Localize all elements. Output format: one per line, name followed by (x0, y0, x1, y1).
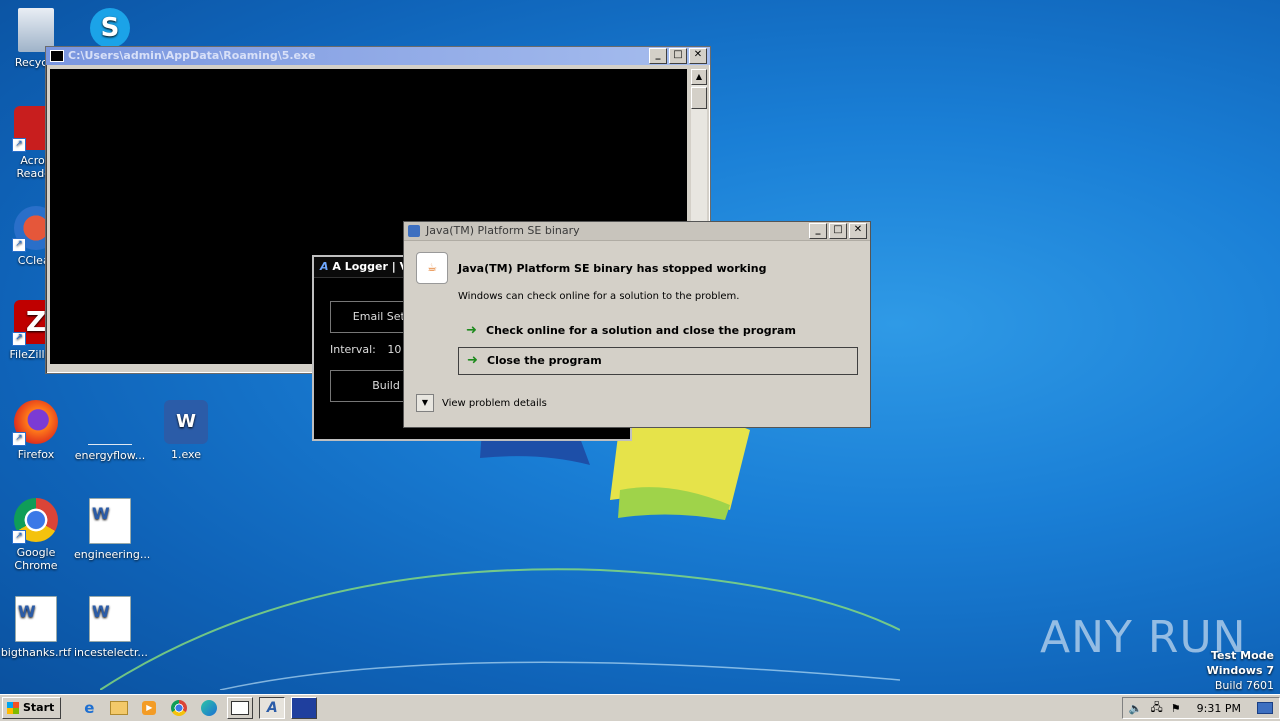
build-line: Build 7601 (1214, 679, 1274, 692)
interval-value[interactable]: 10 (387, 343, 401, 356)
logger-taskbar-icon[interactable]: A (259, 697, 286, 719)
java-dialog-taskbar-icon[interactable] (291, 697, 318, 719)
console-taskbar-icon[interactable] (227, 697, 254, 719)
desktop-icon-label: engineering... (74, 548, 151, 561)
desktop-icon-energyflow[interactable]: energyflow... (74, 400, 146, 462)
word-shield-icon: W (164, 400, 208, 444)
firefox-icon: ↗ (12, 400, 58, 446)
test-mode-line: Test Mode (1211, 649, 1274, 662)
skype-icon: S (90, 8, 130, 48)
word-doc-icon: W (15, 596, 57, 642)
start-button[interactable]: Start (2, 697, 62, 719)
desktop-icon-firefox[interactable]: ↗ Firefox (0, 400, 72, 461)
chrome-taskbar-icon[interactable] (167, 698, 191, 718)
desktop-icon-label: Google Chrome (14, 546, 58, 572)
desktop-icon-engineering[interactable]: W engineering... (74, 498, 150, 561)
shield-app-icon (408, 225, 420, 237)
start-label: Start (23, 701, 55, 714)
view-details-label: View problem details (442, 397, 547, 409)
interval-label-text: Interval: (330, 343, 376, 356)
word-doc-icon: W (89, 498, 131, 544)
ie-icon[interactable]: e (77, 698, 101, 718)
interval-label: Interval: 10 (330, 343, 401, 356)
error-dialog[interactable]: Java(TM) Platform SE binary _ □ ✕ ☕ Java… (403, 221, 871, 428)
java-icon: ☕ (416, 252, 448, 284)
check-online-option[interactable]: ➜ Check online for a solution and close … (458, 318, 856, 344)
logger-logo-icon: A (320, 260, 329, 273)
windows-version-line: Windows 7 (1206, 664, 1274, 677)
scroll-up-arrow-icon[interactable]: ▲ (691, 69, 707, 85)
system-tray: 🔈 🖧 ⚑ 9:31 PM (1121, 697, 1280, 719)
green-arrow-icon: ➜ (466, 323, 477, 338)
dialog-subtext: Windows can check online for a solution … (458, 291, 740, 302)
show-desktop-icon[interactable] (1257, 702, 1273, 714)
green-arrow-icon: ➜ (467, 353, 478, 368)
dialog-titlebar[interactable]: Java(TM) Platform SE binary _ □ ✕ (404, 222, 870, 241)
desktop-icon-label: 1.exe (170, 448, 201, 461)
close-program-option[interactable]: ➜ Close the program (458, 347, 858, 375)
minimize-button[interactable]: _ (649, 48, 667, 64)
console-titlebar[interactable]: C:\Users\admin\AppData\Roaming\5.exe _ □… (46, 47, 710, 65)
close-program-label: Close the program (487, 354, 602, 367)
maximize-button[interactable]: □ (669, 48, 687, 64)
chevron-down-icon[interactable]: ▼ (416, 394, 434, 412)
desktop-icon-chrome[interactable]: ↗ Google Chrome (0, 498, 72, 572)
desktop-icon-label: Firefox (17, 448, 55, 461)
word-doc-icon: W (89, 596, 131, 642)
console-title: C:\Users\admin\AppData\Roaming\5.exe (68, 49, 316, 62)
media-player-icon[interactable]: ▶ (137, 698, 161, 718)
chrome-icon: ↗ (12, 498, 58, 544)
test-mode-notice: Test Mode Windows 7 Build 7601 (1207, 648, 1274, 693)
desktop-icon-incestelectr[interactable]: W incestelectr... (74, 596, 148, 659)
blank-file-icon (88, 400, 132, 445)
desktop-icon-label: bigthanks.rtf (0, 646, 72, 659)
wallpaper-swoosh (100, 568, 900, 690)
dialog-heading: Java(TM) Platform SE binary has stopped … (458, 262, 767, 275)
scroll-thumb[interactable] (691, 87, 707, 109)
explorer-folder-icon[interactable] (107, 698, 131, 718)
taskbar: Start e ▶ A 🔈 🖧 ⚑ 9:31 PM (0, 694, 1280, 721)
close-button[interactable]: ✕ (689, 48, 707, 64)
network-icon[interactable]: 🖧 (1151, 699, 1163, 718)
clock[interactable]: 9:31 PM (1197, 702, 1241, 715)
minimize-button[interactable]: _ (809, 223, 827, 239)
windows-flag-icon (7, 702, 19, 714)
desktop-icon-label: incestelectr... (74, 646, 148, 659)
maximize-button[interactable]: □ (829, 223, 847, 239)
desktop-icon-label: energyflow... (74, 449, 146, 462)
view-details-toggle[interactable]: ▼ View problem details (416, 394, 547, 412)
check-online-label: Check online for a solution and close th… (486, 324, 796, 337)
edge-icon[interactable] (197, 698, 221, 718)
dialog-title: Java(TM) Platform SE binary (426, 224, 580, 237)
desktop-icon-1exe[interactable]: W 1.exe (150, 400, 222, 461)
close-button[interactable]: ✕ (849, 223, 867, 239)
logger-title: A Logger | V (332, 260, 409, 273)
action-center-flag-icon[interactable]: ⚑ (1171, 702, 1181, 715)
desktop-icon-bigthanks[interactable]: W bigthanks.rtf (0, 596, 72, 659)
speaker-icon[interactable]: 🔈 (1129, 702, 1143, 715)
console-icon (50, 50, 64, 62)
